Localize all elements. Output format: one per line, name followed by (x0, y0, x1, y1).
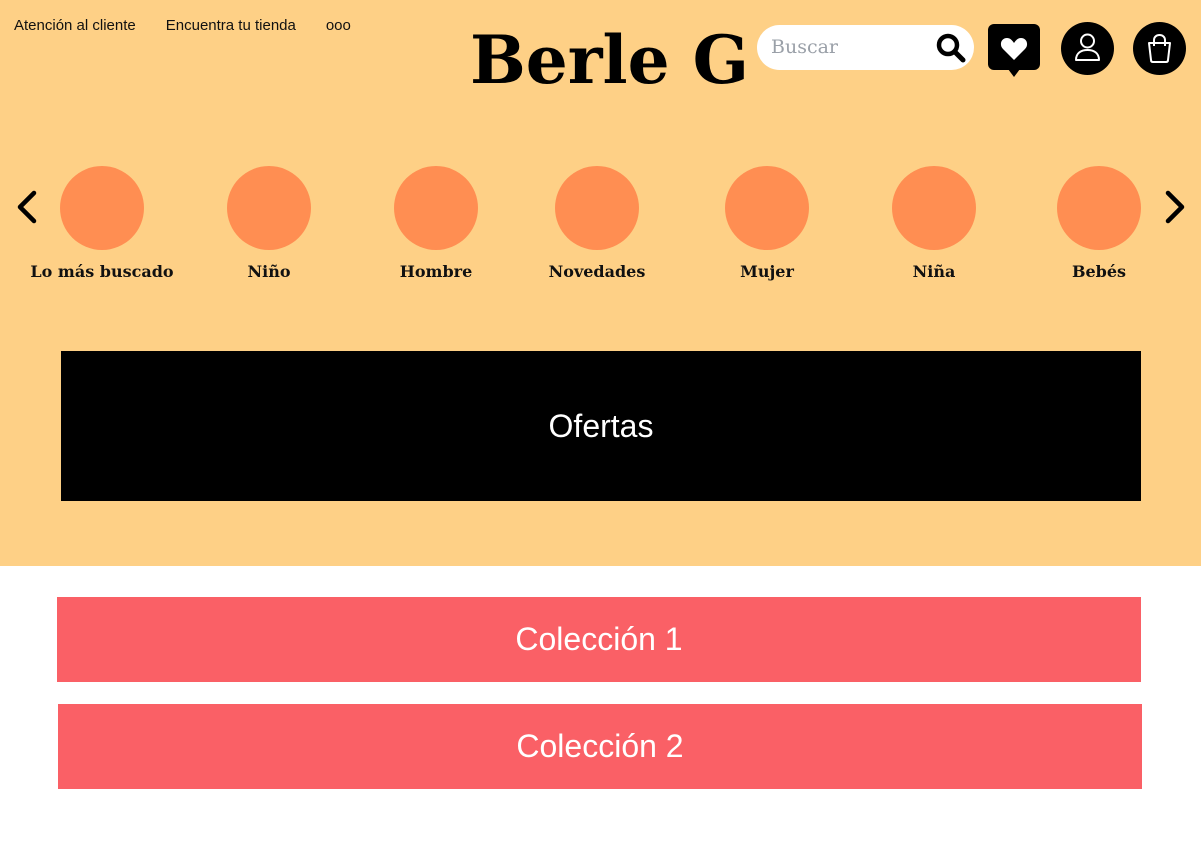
category-label: Novedades (548, 262, 646, 281)
category-label: Niña (912, 262, 956, 281)
category-girl[interactable]: Niña (854, 166, 1014, 281)
category-image (60, 166, 144, 250)
customer-service-link[interactable]: Atención al cliente (14, 17, 136, 34)
top-links: Atención al cliente Encuentra tu tienda … (14, 17, 351, 34)
more-link[interactable]: ooo (326, 17, 351, 34)
category-label: Niño (247, 262, 291, 281)
category-image (227, 166, 311, 250)
category-image (1057, 166, 1141, 250)
category-label: Bebés (1071, 262, 1127, 281)
search-box (757, 25, 974, 70)
category-label: Mujer (740, 262, 794, 281)
bag-icon[interactable] (1133, 22, 1186, 75)
category-women[interactable]: Mujer (687, 166, 847, 281)
store-locator-link[interactable]: Encuentra tu tienda (166, 17, 296, 34)
category-image (725, 166, 809, 250)
category-image (394, 166, 478, 250)
search-input[interactable] (771, 33, 931, 61)
category-image (892, 166, 976, 250)
brand-logo[interactable]: Berle G (470, 15, 749, 105)
collection-2-banner[interactable]: Colección 2 (58, 704, 1142, 789)
category-image (555, 166, 639, 250)
category-new-arrivals[interactable]: Novedades (517, 166, 677, 281)
header-section: Atención al cliente Encuentra tu tienda … (0, 0, 1201, 566)
collection-label: Colección 2 (516, 728, 684, 764)
category-most-searched[interactable]: Lo más buscado (22, 166, 182, 281)
category-boy[interactable]: Niño (189, 166, 349, 281)
collection-label: Colección 1 (515, 621, 683, 657)
category-babies[interactable]: Bebés (1019, 166, 1179, 281)
search-icon[interactable] (934, 31, 968, 65)
collection-1-banner[interactable]: Colección 1 (57, 597, 1141, 682)
user-icon[interactable] (1061, 22, 1114, 75)
category-men[interactable]: Hombre (356, 166, 516, 281)
offers-label: Ofertas (548, 407, 654, 444)
favorites-icon[interactable] (988, 22, 1040, 78)
category-label: Lo más buscado (30, 262, 174, 281)
category-label: Hombre (399, 262, 473, 281)
offers-banner[interactable]: Ofertas (61, 351, 1141, 501)
